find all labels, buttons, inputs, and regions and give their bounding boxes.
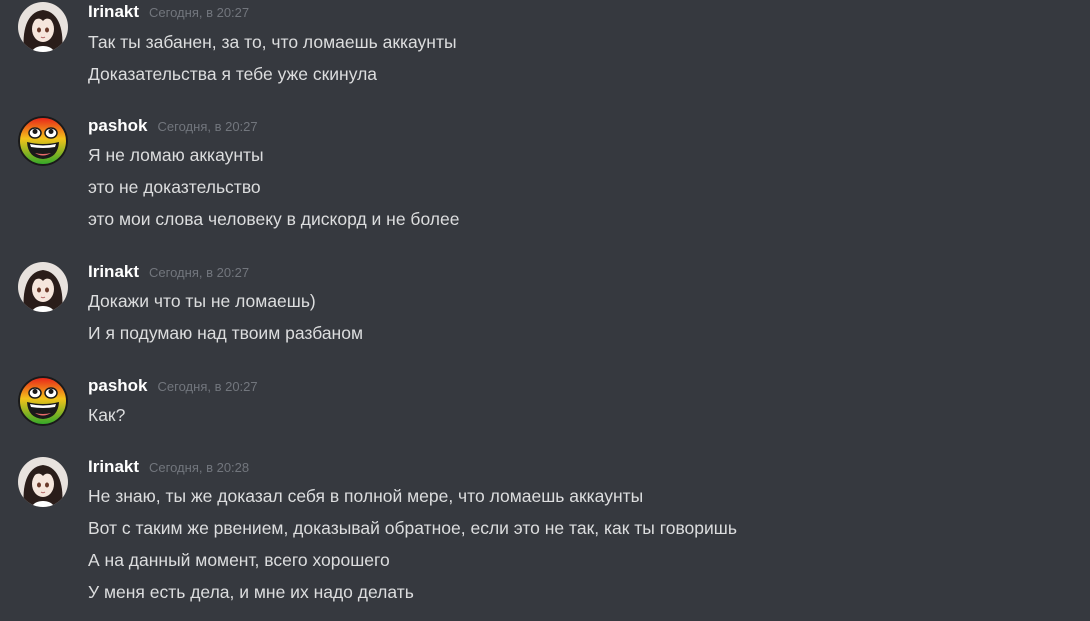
message-text: Я не ломаю аккаунты bbox=[88, 145, 264, 165]
message-text: Не знаю, ты же доказал себя в полной мер… bbox=[88, 486, 644, 506]
message-header: pashok Сегодня, в 20:27 bbox=[88, 116, 258, 140]
message-text: Как? bbox=[88, 405, 126, 425]
message-text: А на данный момент, всего хорошего bbox=[88, 550, 390, 570]
timestamp: Сегодня, в 20:27 bbox=[157, 119, 258, 134]
username[interactable]: Irinakt bbox=[88, 262, 139, 282]
timestamp: Сегодня, в 20:27 bbox=[157, 379, 258, 394]
anime-girl-avatar-icon[interactable] bbox=[18, 457, 68, 507]
message-text: Доказательства я тебе уже скинула bbox=[88, 64, 378, 84]
username[interactable]: pashok bbox=[88, 376, 148, 396]
message-header: Irinakt Сегодня, в 20:27 bbox=[88, 2, 249, 26]
timestamp: Сегодня, в 20:27 bbox=[149, 265, 250, 280]
username[interactable]: pashok bbox=[88, 116, 148, 136]
username[interactable]: Irinakt bbox=[88, 2, 139, 22]
message-text: Вот с таким же рвением, доказывай обратн… bbox=[88, 518, 737, 538]
message-header: Irinakt Сегодня, в 20:28 bbox=[88, 457, 249, 481]
message-text: это не доказтельство bbox=[88, 177, 261, 197]
message-text: это мои слова человеку в дискорд и не бо… bbox=[88, 209, 460, 229]
awesome-face-avatar-icon[interactable] bbox=[18, 376, 68, 426]
timestamp: Сегодня, в 20:27 bbox=[149, 5, 250, 20]
message-header: pashok Сегодня, в 20:27 bbox=[88, 376, 258, 400]
message-header: Irinakt Сегодня, в 20:27 bbox=[88, 262, 249, 286]
timestamp: Сегодня, в 20:28 bbox=[149, 460, 250, 475]
message-text: Так ты забанен, за то, что ломаешь аккау… bbox=[88, 32, 457, 52]
anime-girl-avatar-icon[interactable] bbox=[18, 2, 68, 52]
awesome-face-avatar-icon[interactable] bbox=[18, 116, 68, 166]
message-text: И я подумаю над твоим разбаном bbox=[88, 323, 363, 343]
username[interactable]: Irinakt bbox=[88, 457, 139, 477]
message-text: У меня есть дела, и мне их надо делать bbox=[88, 582, 414, 602]
message-text: Докажи что ты не ломаешь) bbox=[88, 291, 316, 311]
anime-girl-avatar-icon[interactable] bbox=[18, 262, 68, 312]
